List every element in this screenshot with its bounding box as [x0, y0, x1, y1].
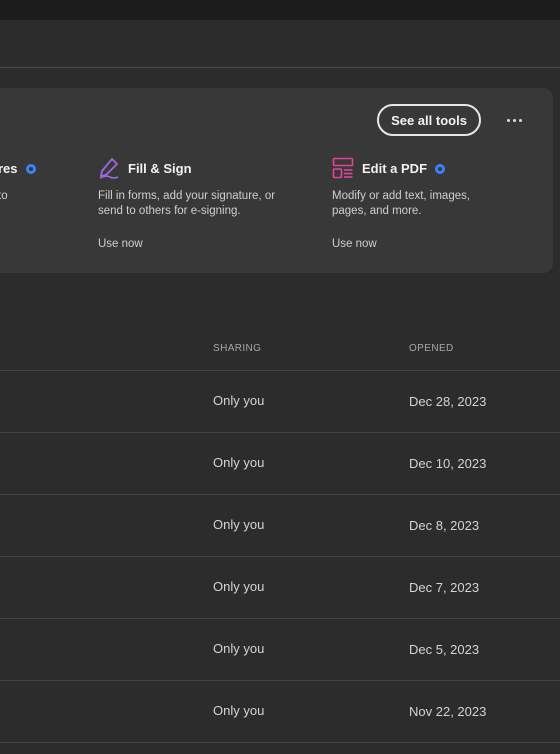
table-divider	[0, 370, 560, 371]
sharing-cell: Only you	[213, 641, 265, 656]
more-options-icon[interactable]	[502, 108, 526, 132]
sharing-cell: Only you	[213, 393, 265, 408]
tool-description: Modify or add text, images, pages, and m…	[332, 190, 471, 217]
opened-cell: Dec 10, 2023	[409, 456, 487, 471]
tool-name: res	[0, 160, 18, 176]
use-now-link[interactable]: Use now	[98, 238, 143, 250]
column-header-opened[interactable]: OPENED	[409, 343, 454, 354]
tool-edit-pdf[interactable]: Edit a PDF Modify or add text, images, p…	[332, 157, 482, 250]
table-divider	[0, 742, 560, 743]
opened-cell: Dec 7, 2023	[409, 580, 480, 595]
use-now-link[interactable]: Use now	[332, 238, 377, 250]
fill-sign-pen-icon	[98, 157, 120, 179]
app-top-bar	[0, 0, 560, 20]
column-header-sharing[interactable]: SHARING	[213, 343, 261, 354]
sharing-cell: Only you	[213, 579, 265, 594]
see-all-tools-button[interactable]: See all tools	[377, 104, 481, 136]
table-divider	[0, 494, 560, 495]
tool-description: Fill in forms, add your signature, or se…	[98, 190, 276, 217]
opened-cell: Dec 5, 2023	[409, 642, 480, 657]
tool-fill-sign[interactable]: Fill & Sign Fill in forms, add your sign…	[98, 157, 278, 250]
table-divider	[0, 618, 560, 619]
toolbar-strip	[0, 20, 560, 68]
table-divider	[0, 680, 560, 681]
premium-badge-icon	[25, 162, 37, 174]
tool-name: Edit a PDF	[362, 160, 428, 176]
table-divider	[0, 432, 560, 433]
sharing-cell: Only you	[213, 703, 265, 718]
opened-cell: Nov 22, 2023	[409, 704, 487, 719]
premium-badge-icon	[434, 162, 446, 174]
sharing-cell: Only you	[213, 455, 265, 470]
edit-pdf-icon	[332, 157, 354, 179]
table-divider	[0, 556, 560, 557]
opened-cell: Dec 28, 2023	[409, 394, 487, 409]
sharing-cell: Only you	[213, 517, 265, 532]
opened-cell: Dec 8, 2023	[409, 518, 480, 533]
tool-name: Fill & Sign	[128, 160, 192, 176]
